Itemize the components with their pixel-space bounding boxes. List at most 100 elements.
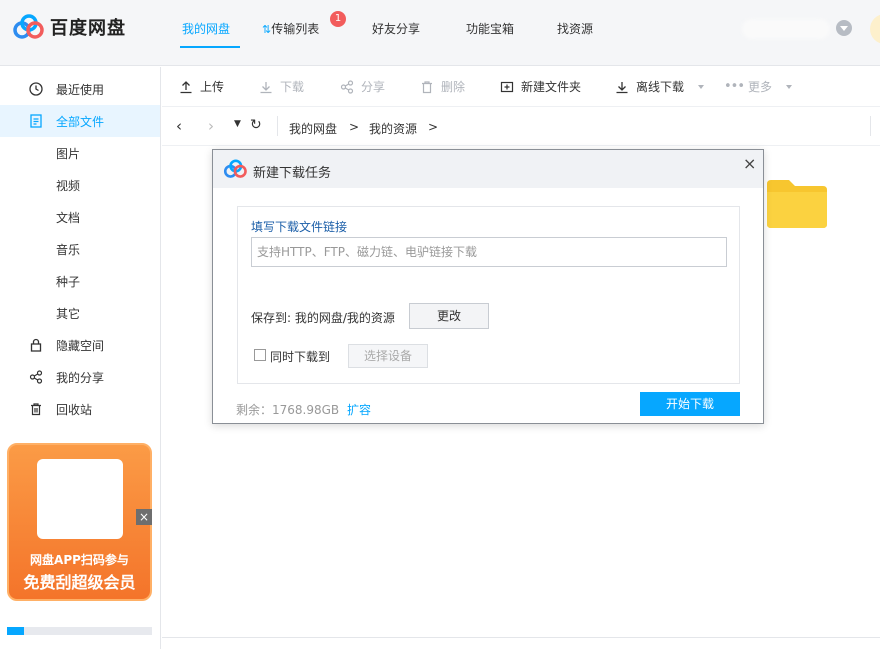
- promo-line2: 免费刮超级会员: [23, 573, 136, 592]
- sidebar-item-my-share[interactable]: 我的分享: [0, 361, 160, 393]
- upload-icon: [178, 79, 194, 95]
- divider: [870, 116, 871, 136]
- nav-active-underline: [180, 46, 240, 48]
- download-button[interactable]: 下载: [258, 78, 304, 95]
- chevron-down-icon: [698, 84, 705, 89]
- forward-icon[interactable]: ›: [208, 117, 214, 135]
- sidebar-item-label: 其它: [56, 306, 81, 321]
- user-name-blurred[interactable]: [742, 19, 830, 39]
- divider: [277, 116, 278, 136]
- cloud-logo-icon: [223, 159, 247, 178]
- breadcrumb-current[interactable]: 我的资源: [369, 120, 417, 137]
- transfer-arrows-icon: ⇅: [262, 23, 272, 36]
- close-icon[interactable]: ×: [743, 154, 759, 173]
- sidebar-item-label: 隐藏空间: [56, 338, 105, 353]
- storage-quota-fill: [7, 627, 25, 635]
- sidebar-item-recent[interactable]: 最近使用: [0, 73, 160, 105]
- ellipsis-icon: •••: [724, 79, 745, 94]
- select-device-button[interactable]: 选择设备: [348, 344, 428, 368]
- sidebar-item-videos[interactable]: 视频: [0, 169, 160, 201]
- sidebar-item-hidden[interactable]: 隐藏空间: [0, 329, 160, 361]
- qr-code-image: [37, 459, 123, 539]
- status-divider: [162, 637, 880, 638]
- more-label: 更多: [748, 80, 773, 94]
- remaining-space: 剩余：1768.98GB: [236, 403, 340, 417]
- expand-storage-link[interactable]: 扩容: [347, 401, 371, 418]
- breadcrumb: ‹ › ▼ ↻ 我的网盘 > 我的资源 >: [162, 108, 880, 146]
- dialog-header: 新建下载任务 ×: [213, 150, 763, 188]
- transfer-badge: 1: [330, 11, 346, 27]
- offline-download-button[interactable]: 离线下载: [614, 78, 705, 95]
- new-folder-label: 新建文件夹: [521, 80, 582, 94]
- promo-banner[interactable]: 网盘APP扫码参与 免费刮超级会员: [7, 443, 152, 601]
- app-logo[interactable]: 百度网盘: [12, 14, 126, 40]
- breadcrumb-separator: >: [349, 120, 360, 134]
- share-button[interactable]: 分享: [339, 78, 385, 95]
- nav-share[interactable]: 好友分享: [372, 20, 420, 37]
- nav-tools[interactable]: 功能宝箱: [466, 20, 514, 37]
- chevron-down-icon[interactable]: [836, 20, 852, 36]
- sync-download-checkbox[interactable]: [254, 349, 266, 361]
- more-button[interactable]: ••• 更多: [724, 78, 793, 95]
- file-toolbar: 上传 下载 分享 删除 新建文件夹 离线下载 ••• 更多: [162, 67, 880, 107]
- top-bar: 百度网盘 我的网盘 ⇅传输列表 1 好友分享 功能宝箱 找资源: [0, 0, 880, 66]
- save-to-path: 保存到: 我的网盘/我的资源: [251, 311, 395, 325]
- breadcrumb-root[interactable]: 我的网盘: [289, 120, 337, 137]
- delete-label: 删除: [441, 80, 466, 94]
- new-folder-button[interactable]: 新建文件夹: [499, 78, 581, 95]
- history-dropdown-icon[interactable]: ▼: [234, 119, 241, 129]
- sidebar-item-label: 图片: [56, 146, 81, 161]
- nav-transfer[interactable]: ⇅传输列表: [262, 20, 319, 37]
- sidebar: 最近使用 全部文件 图片 视频 文档 音乐 种子 其它 隐藏空间 我的分享 回收…: [0, 67, 161, 649]
- vip-icon[interactable]: [870, 14, 880, 44]
- promo-close-button[interactable]: ×: [136, 509, 152, 525]
- refresh-icon[interactable]: ↻: [250, 117, 262, 133]
- nav-find[interactable]: 找资源: [557, 20, 593, 37]
- dialog-title: 新建下载任务: [253, 166, 332, 181]
- sidebar-item-all-files[interactable]: 全部文件: [0, 105, 160, 137]
- delete-button[interactable]: 删除: [419, 78, 465, 95]
- sidebar-item-label: 最近使用: [56, 82, 105, 97]
- sidebar-item-music[interactable]: 音乐: [0, 233, 160, 265]
- promo-line1: 网盘APP扫码参与: [30, 553, 129, 567]
- dialog-form: 填写下载文件链接 保存到: 我的网盘/我的资源 更改 同时下载到 选择设备: [237, 206, 740, 384]
- breadcrumb-separator: >: [428, 120, 439, 134]
- download-icon: [258, 79, 274, 95]
- sidebar-item-label: 回收站: [56, 402, 93, 417]
- trash-icon: [28, 401, 44, 417]
- document-icon: [28, 113, 44, 129]
- sidebar-item-docs[interactable]: 文档: [0, 201, 160, 233]
- new-folder-icon: [499, 79, 515, 95]
- offline-download-label: 离线下载: [636, 80, 685, 94]
- sidebar-item-label: 音乐: [56, 242, 81, 257]
- trash-icon: [419, 79, 435, 95]
- storage-quota-bar: [7, 627, 152, 635]
- nav-my-disk[interactable]: 我的网盘: [182, 20, 230, 37]
- clock-icon: [28, 81, 44, 97]
- share-label: 分享: [361, 80, 386, 94]
- sidebar-item-label: 全部文件: [56, 114, 105, 129]
- sidebar-item-label: 视频: [56, 178, 81, 193]
- folder-icon[interactable]: [767, 178, 827, 228]
- start-download-button[interactable]: 开始下载: [640, 392, 740, 416]
- sidebar-item-trash[interactable]: 回收站: [0, 393, 160, 425]
- back-icon[interactable]: ‹: [176, 117, 182, 135]
- upload-button[interactable]: 上传: [178, 78, 224, 95]
- app-title: 百度网盘: [50, 18, 126, 39]
- share-icon: [339, 79, 355, 95]
- chevron-down-icon: [786, 84, 793, 89]
- share-icon: [28, 369, 44, 385]
- sidebar-item-torrents[interactable]: 种子: [0, 265, 160, 297]
- sidebar-item-other[interactable]: 其它: [0, 297, 160, 329]
- sidebar-item-images[interactable]: 图片: [0, 137, 160, 169]
- download-label: 下载: [280, 80, 305, 94]
- new-download-dialog: 新建下载任务 × 填写下载文件链接 保存到: 我的网盘/我的资源 更改 同时下载…: [212, 149, 764, 424]
- sync-download-label: 同时下载到: [270, 350, 331, 364]
- link-label: 填写下载文件链接: [251, 220, 348, 234]
- download-link-input[interactable]: [251, 237, 727, 267]
- cloud-logo-icon: [13, 14, 44, 39]
- change-path-button[interactable]: 更改: [409, 303, 489, 329]
- nav-transfer-label: 传输列表: [271, 22, 320, 36]
- lock-icon: [28, 337, 44, 353]
- upload-label: 上传: [200, 80, 225, 94]
